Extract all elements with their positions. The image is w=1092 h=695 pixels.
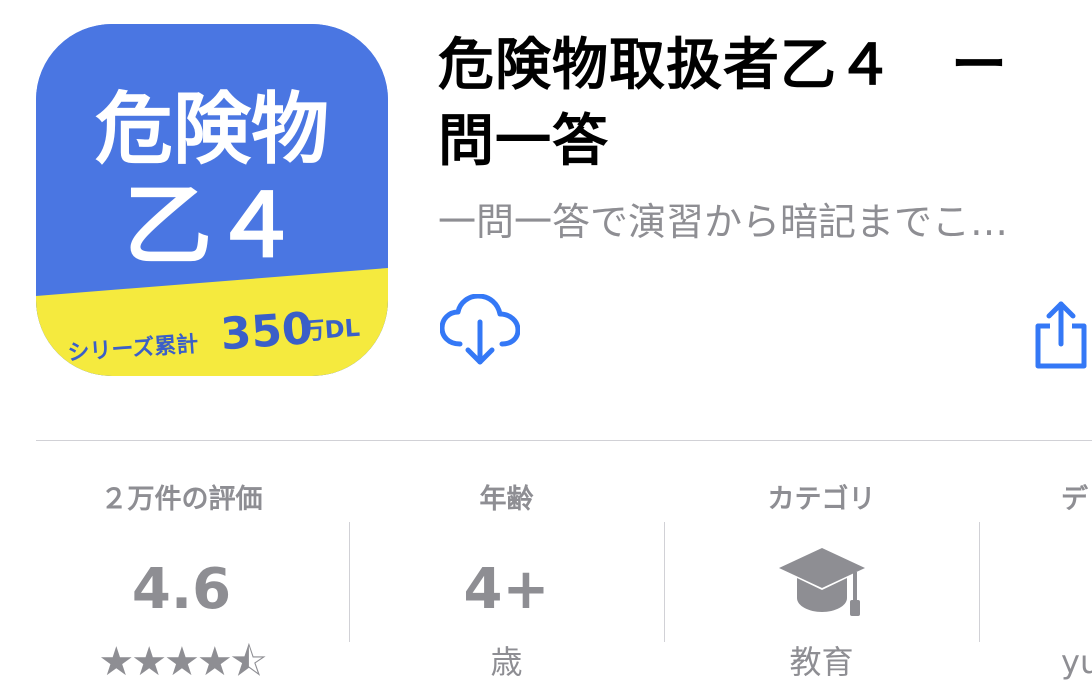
- rating-stars: ★★★★⯪: [98, 639, 267, 685]
- section-divider: [36, 440, 1092, 441]
- category-info[interactable]: カテゴリ 教育: [664, 478, 979, 695]
- developer-header: デ: [1061, 484, 1088, 515]
- age-value: 4+: [463, 557, 550, 622]
- rating-value: 4.6: [131, 557, 232, 622]
- graduation-cap-icon: [779, 548, 865, 616]
- ratings-info[interactable]: ２万件の評価 4.6 ★★★★⯪: [24, 478, 339, 695]
- app-subtitle: 一問一答で演習から暗記までこ…: [438, 200, 1009, 244]
- share-icon: [1035, 301, 1087, 369]
- icon-title-line1: 危険物: [95, 85, 329, 175]
- cloud-download-icon: [439, 293, 521, 365]
- app-icon: 危険物 乙４ シリーズ累計 350 万DL: [36, 24, 388, 376]
- app-title: 危険物取扱者乙４ ー 問一答: [438, 33, 1008, 174]
- developer-name: yu: [1061, 643, 1092, 681]
- icon-banner-suffix: 万DL: [300, 314, 361, 346]
- share-button[interactable]: [1030, 300, 1092, 370]
- icon-title-line2: 乙４: [124, 174, 300, 277]
- ratings-header: ２万件の評価: [100, 484, 263, 515]
- developer-info[interactable]: デ yu: [979, 478, 1092, 695]
- age-info[interactable]: 年齢 4+ 歳: [349, 478, 664, 695]
- age-unit: 歳: [490, 643, 523, 681]
- age-header: 年齢: [479, 484, 534, 515]
- download-button[interactable]: [439, 293, 521, 368]
- category-header: カテゴリ: [767, 484, 876, 515]
- category-value: 教育: [789, 643, 854, 681]
